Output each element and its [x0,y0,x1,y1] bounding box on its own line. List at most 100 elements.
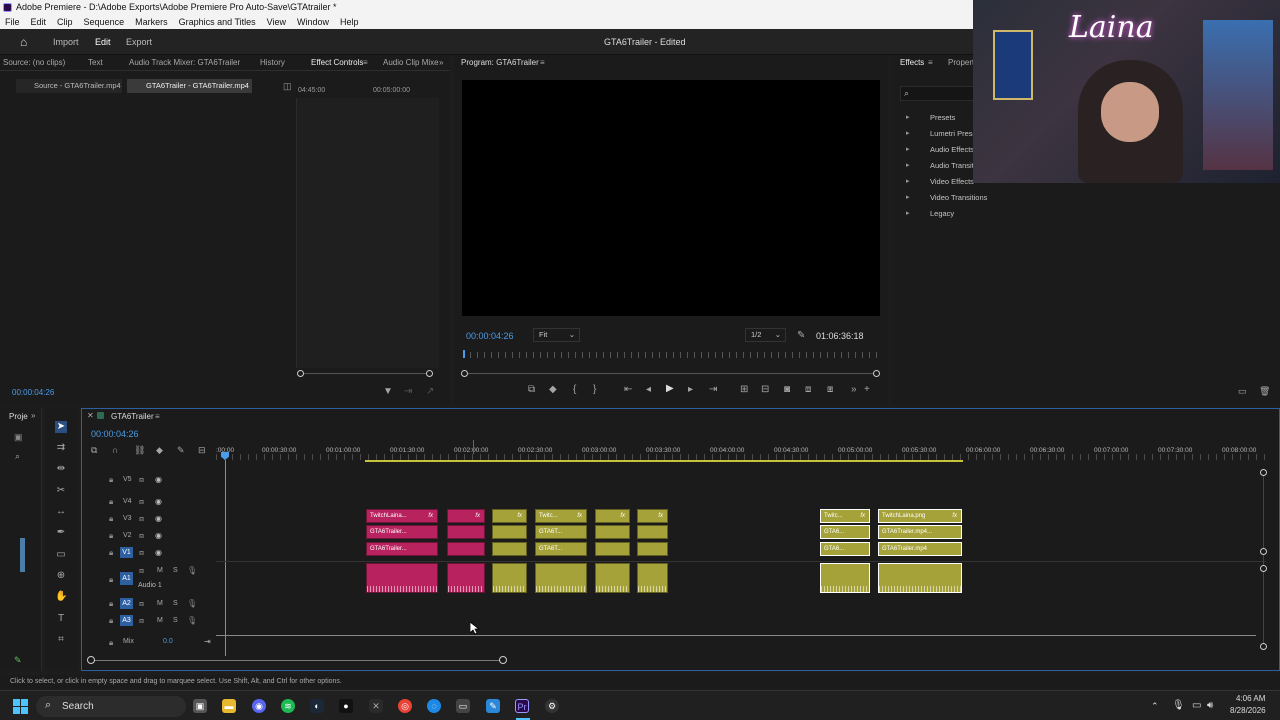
sync-lock-icon[interactable]: ⧈ [139,548,144,558]
add-button-icon[interactable]: + [864,384,870,395]
insert-icon[interactable]: ⊞ [740,384,748,395]
clip-v1[interactable]: GTA6Trailer... [366,542,438,556]
effects-video-effects[interactable]: Video Effects [906,177,974,186]
wrench-icon[interactable]: ✎ [797,330,805,341]
lock-icon[interactable]: 🔒︎ [109,616,113,626]
lift-icon[interactable]: ⧉ [528,384,535,395]
effects-audio-transitions[interactable]: Audio Transit [906,161,974,170]
linked-selection-icon[interactable]: ⛓ [134,445,145,456]
lock-icon[interactable]: 🔒︎ [109,514,113,524]
rectangle-tool-icon[interactable]: ▭ [55,549,67,561]
clip-v1[interactable] [447,542,485,556]
clip-v3[interactable]: fx [492,509,527,523]
eye-icon[interactable]: ◉ [155,531,162,540]
add-marker-icon[interactable]: ◆ [156,445,163,456]
effects-search-input[interactable] [900,86,980,101]
bin-icon[interactable]: ▣ [14,432,23,443]
microphone-icon[interactable]: 🎙︎ [187,616,197,625]
effects-video-transitions[interactable]: Video Transitions [906,193,987,202]
track-a3-label[interactable]: A3 [120,615,133,626]
more-tabs-icon[interactable]: » [439,55,443,71]
clip-v2[interactable]: GTA6Trailer... [366,525,438,539]
clip-a1[interactable] [366,563,438,593]
mute-button[interactable]: M [157,600,163,607]
step-forward-icon[interactable]: ▸ [688,384,693,395]
window-app-icon[interactable]: ▭ [456,699,470,713]
clip-v1[interactable] [492,542,527,556]
ripple-edit-tool-icon[interactable]: ⇹ [55,463,67,475]
microphone-icon[interactable]: 🎙︎ [1172,700,1185,711]
comparison-icon[interactable]: ⧈ [805,384,811,395]
menu-clip[interactable]: Clip [57,15,73,29]
clip-v2[interactable]: GTA6... [820,525,870,539]
edit-tab[interactable]: Edit [95,37,111,47]
effects-lumetri-presets[interactable]: Lumetri Prese [906,129,977,138]
go-to-out-icon[interactable]: ⇥ [709,384,717,395]
premiere-taskbar-icon[interactable]: Pr [515,699,529,713]
effects-menu-icon[interactable]: ≡ [928,58,933,67]
tab-effect-controls[interactable]: Effect Controls [311,55,363,71]
more-tabs-icon[interactable]: » [31,411,35,420]
h-scroll-handle-left[interactable] [87,656,95,664]
menu-markers[interactable]: Markers [135,15,168,29]
tab-properties[interactable]: Propert [948,58,974,67]
clip-a1[interactable] [878,563,962,593]
volume-icon[interactable]: 🔊︎ [1207,700,1213,711]
display-icon[interactable]: ▭ [1192,700,1201,711]
taskbar-date[interactable]: 8/28/2026 [1230,706,1266,715]
mark-out-icon[interactable]: } [593,384,596,395]
close-icon[interactable]: ✕ [87,411,94,420]
tab-text[interactable]: Text [88,55,103,71]
clip-v3[interactable]: TwitchLaina.png fx [878,509,962,523]
app-icon[interactable]: ✕ [369,699,383,713]
sync-lock-icon[interactable]: ⧈ [139,616,144,626]
trim-icon[interactable]: ⧆ [827,384,833,395]
effects-presets[interactable]: Presets [906,113,955,122]
playhead-line[interactable] [225,460,226,656]
timeline-timecode[interactable]: 00:00:04:26 [91,429,139,439]
slip-tool-icon[interactable]: ↔ [55,506,67,518]
hand-tool-icon[interactable]: ✋ [55,591,67,603]
lock-icon[interactable]: 🔒︎ [109,638,113,648]
clip-v2[interactable] [447,525,485,539]
export-frame-icon[interactable]: ⇥ [404,386,412,397]
vertical-scrollbar[interactable] [1263,473,1264,647]
clip-v1[interactable]: GTA6... [820,542,870,556]
track-v4-label[interactable]: V4 [123,498,132,505]
lock-icon[interactable]: 🔒︎ [109,531,113,541]
taskbar-search-box[interactable]: ⌕ Search [36,696,186,717]
steam-icon[interactable]: ◐ [310,699,324,713]
lock-icon[interactable]: 🔒︎ [109,475,113,485]
clip-v3[interactable]: fx [637,509,668,523]
program-time-ruler[interactable] [463,352,880,358]
captions-tool-icon[interactable]: ⌗ [55,634,67,646]
lock-icon[interactable]: 🔒︎ [109,548,113,558]
menu-view[interactable]: View [267,15,286,29]
chevron-up-icon[interactable]: ⌃ [1151,701,1159,712]
file-explorer-icon[interactable]: ▬ [222,699,236,713]
mute-button[interactable]: M [157,617,163,624]
home-icon[interactable]: ⌂ [20,35,27,49]
play-icon[interactable]: ▶ [666,383,674,394]
menu-file[interactable]: File [5,15,20,29]
go-to-in-icon[interactable]: ⇤ [624,384,632,395]
tab-audio-track-mixer[interactable]: Audio Track Mixer: GTA6Trailer [129,55,240,71]
tab-source[interactable]: Source: (no clips) [3,55,65,71]
track-a1-label[interactable]: A1 [120,572,133,585]
eye-icon[interactable]: ◉ [155,497,162,506]
clip-a1[interactable] [820,563,870,593]
track-a2-label[interactable]: A2 [120,598,133,609]
horizontal-scrollbar[interactable] [94,660,502,661]
menu-sequence[interactable]: Sequence [84,15,125,29]
discord-icon[interactable]: ◉ [252,699,266,713]
taskbar-time[interactable]: 4:06 AM [1236,694,1265,703]
lock-icon[interactable]: 🔒︎ [109,599,113,609]
obs-icon[interactable]: ● [339,699,353,713]
clip-v2[interactable]: GTA6T... [535,525,587,539]
pen-tool-icon[interactable]: ✒ [55,527,67,539]
menu-edit[interactable]: Edit [31,15,47,29]
overwrite-icon[interactable]: ⊟ [761,384,769,395]
clip-v2[interactable] [595,525,630,539]
share-icon[interactable]: ↗ [426,386,434,397]
sync-lock-icon[interactable]: ⧈ [139,475,144,485]
